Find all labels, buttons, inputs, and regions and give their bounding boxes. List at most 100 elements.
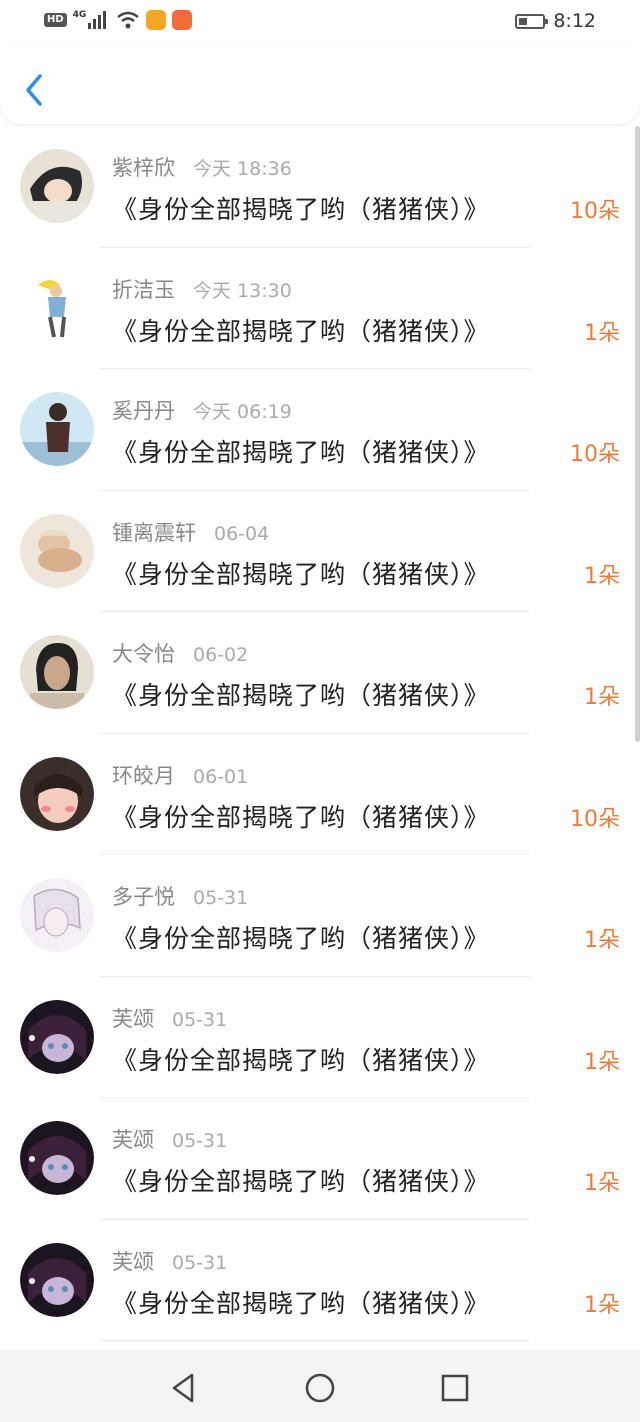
clock: 8:12 [553,10,596,32]
nav-back-button[interactable] [166,1370,202,1406]
avatar[interactable] [20,270,94,345]
list-item[interactable]: 锺离震轩 06-04 《身份全部揭晓了哟（猪猪侠）》 1朵 [0,491,640,612]
list-item[interactable]: 奚丹丹 今天 06:19 《身份全部揭晓了哟（猪猪侠）》 10朵 [0,369,640,491]
user-meta: 芙颂 05-31 [112,1124,227,1154]
user-meta: 芙颂 05-31 [112,1003,227,1033]
user-name[interactable]: 芙颂 [112,1124,154,1154]
user-meta: 芙颂 05-31 [112,1246,227,1276]
recents-square-icon [441,1374,469,1402]
user-name[interactable]: 环皎月 [112,760,175,790]
timestamp: 今天 06:19 [193,401,292,423]
list-item[interactable]: 芙颂 05-31 《身份全部揭晓了哟（猪猪侠）》 1朵 [0,1098,640,1220]
avatar[interactable] [20,1242,94,1317]
home-circle-icon [305,1373,335,1403]
user-name[interactable]: 多子悦 [112,881,175,911]
scrollbar[interactable] [635,126,640,742]
girl-illustration-avatar [20,392,94,466]
dark-anime-avatar [20,1242,94,1317]
message-text: 《身份全部揭晓了哟（猪猪侠）》 [112,559,490,589]
gift-count: 1朵 [584,1292,620,1318]
list-item[interactable]: 芙颂 05-31 《身份全部揭晓了哟（猪猪侠）》 1朵 [0,1220,640,1341]
avatar[interactable] [20,878,94,952]
timestamp: 06-02 [193,644,249,666]
status-bar: HD 4G 8:12 [0,0,640,44]
weibo-icon [146,10,167,30]
signal-icon [88,11,107,29]
sketch-avatar [20,878,94,952]
user-meta: 折洁玉 今天 13:30 [112,274,292,304]
message-text: 《身份全部揭晓了哟（猪猪侠）》 [112,195,490,224]
list-item[interactable]: 大令怡 06-02 《身份全部揭晓了哟（猪猪侠）》 1朵 [0,612,640,734]
app-icon [172,10,193,30]
header [0,44,640,124]
timestamp: 06-04 [214,522,270,545]
list-item[interactable]: 紫梓欣 今天 18:36 《身份全部揭晓了哟（猪猪侠）》 10朵 [0,126,640,248]
gift-count: 1朵 [584,1171,620,1196]
nav-home-button[interactable] [302,1370,338,1406]
avatar[interactable] [20,1121,94,1195]
dark-anime-avatar [20,999,94,1074]
network-type: 4G [72,10,87,20]
system-navbar [0,1350,640,1422]
user-name[interactable]: 大令怡 [112,638,175,668]
user-meta: 锺离震轩 06-04 [112,517,269,547]
chevron-left-icon [26,74,42,106]
list-item[interactable]: 环皎月 06-01 《身份全部揭晓了哟（猪猪侠）》 10朵 [0,734,640,855]
message-text: 《身份全部揭晓了哟（猪猪侠）》 [112,1167,490,1196]
timestamp: 05-31 [172,1251,228,1274]
anime-avatar [20,149,94,223]
photo-avatar [20,513,94,588]
message-text: 《身份全部揭晓了哟（猪猪侠）》 [112,316,490,346]
user-name[interactable]: 奚丹丹 [112,395,175,425]
user-name[interactable]: 锺离震轩 [112,517,196,547]
user-meta: 奚丹丹 今天 06:19 [112,395,292,425]
gift-count: 1朵 [584,563,620,589]
timestamp: 今天 13:30 [193,279,292,302]
user-name[interactable]: 芙颂 [112,1246,154,1276]
avatar[interactable] [20,999,94,1074]
gift-count: 1朵 [584,1049,620,1075]
avatar[interactable] [20,635,94,709]
divider [100,1340,530,1341]
list-item[interactable]: 多子悦 05-31 《身份全部揭晓了哟（猪猪侠）》 1朵 [0,855,640,977]
wifi-icon [117,11,140,29]
avatar[interactable] [20,756,94,831]
selfie-avatar [20,756,94,831]
user-meta: 多子悦 05-31 [112,881,248,911]
timestamp: 05-31 [193,887,249,909]
gift-count: 1朵 [584,928,620,953]
back-triangle-icon [172,1373,194,1403]
gift-count: 10朵 [570,806,620,832]
user-name[interactable]: 折洁玉 [112,274,175,304]
avatar[interactable] [20,392,94,466]
gift-count: 1朵 [584,320,620,346]
message-text: 《身份全部揭晓了哟（猪猪侠）》 [112,1288,490,1318]
user-name[interactable]: 芙颂 [112,1003,154,1033]
timestamp: 05-31 [172,1008,228,1031]
message-text: 《身份全部揭晓了哟（猪猪侠）》 [112,1045,490,1075]
message-text: 《身份全部揭晓了哟（猪猪侠）》 [112,681,490,710]
gift-count: 10朵 [570,442,620,467]
avatar[interactable] [20,513,94,588]
avatar[interactable] [20,149,94,223]
list-item[interactable]: 芙颂 05-31 《身份全部揭晓了哟（猪猪侠）》 1朵 [0,977,640,1098]
portrait-avatar [20,635,94,709]
timestamp: 06-01 [193,765,249,788]
timestamp: 05-31 [172,1130,228,1152]
message-text: 《身份全部揭晓了哟（猪猪侠）》 [112,802,490,832]
gift-count: 1朵 [584,685,620,710]
battery-icon [515,13,549,29]
dark-anime-avatar [20,1121,94,1195]
nav-recents-button[interactable] [437,1370,473,1406]
cartoon-figure-avatar [20,270,94,345]
user-meta: 大令怡 06-02 [112,638,248,668]
status-right: 8:12 [515,10,596,32]
user-name[interactable]: 紫梓欣 [112,152,175,182]
back-button[interactable] [20,70,50,110]
gift-count: 10朵 [570,199,620,224]
user-meta: 环皎月 06-01 [112,760,248,790]
timestamp: 今天 18:36 [193,158,292,180]
hd-badge: HD [44,13,67,27]
message-text: 《身份全部揭晓了哟（猪猪侠）》 [112,438,490,467]
list-item[interactable]: 折洁玉 今天 13:30 《身份全部揭晓了哟（猪猪侠）》 1朵 [0,248,640,369]
